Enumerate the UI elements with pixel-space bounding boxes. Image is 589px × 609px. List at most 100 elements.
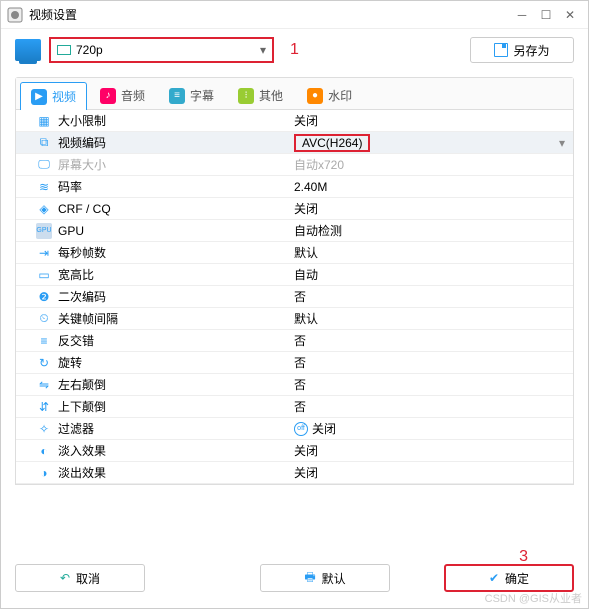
setting-row[interactable]: ⇥ 每秒帧数 默认 [16, 242, 573, 264]
off-badge-icon: off [294, 422, 308, 436]
bitrate-icon: ≋ [36, 179, 52, 195]
watermark: CSDN @GIS从业者 [485, 590, 582, 606]
tab-icon: ≡ [169, 88, 185, 104]
setting-label: 二次编码 [58, 288, 106, 305]
setting-label: 每秒帧数 [58, 244, 106, 261]
setting-value: 2.40M [294, 180, 327, 194]
setting-label: 宽高比 [58, 266, 94, 283]
ok-button[interactable]: ✔ 确定 [444, 564, 574, 592]
setting-row[interactable]: GPUGPU自动检测 [16, 220, 573, 242]
fliph-icon: ⇋ [36, 377, 52, 393]
setting-row[interactable]: ↻ 旋转 否 [16, 352, 573, 374]
setting-label: 视频编码 [58, 134, 106, 151]
fps-icon: ⇥ [36, 245, 52, 261]
resolution-icon [57, 45, 71, 55]
check-icon: ✔ [489, 571, 499, 585]
tab-w[interactable]: ●水印 [296, 81, 363, 109]
preset-select[interactable]: 720p ▾ [49, 37, 274, 63]
annotation-1: 1 [290, 41, 299, 59]
setting-value: 否 [294, 376, 306, 393]
setting-value: 否 [294, 288, 306, 305]
setting-row[interactable]: ⇋ 左右颠倒 否 [16, 374, 573, 396]
tab-label: 音频 [121, 87, 145, 104]
setting-label: 屏幕大小 [58, 156, 106, 173]
tab-icon: ▶ [31, 89, 47, 105]
setting-label: 左右颠倒 [58, 376, 106, 393]
maximize-button[interactable]: ☐ [534, 5, 558, 25]
minimize-button[interactable]: ─ [510, 5, 534, 25]
setting-value: 关闭 [294, 442, 318, 459]
setting-row[interactable]: ≡ 反交错 否 [16, 330, 573, 352]
tabs-container: ▶视频♪音频≡字幕⁝其他●水印 ▦大小限制关闭⧉视频编码AVC(H264)2▾🖵… [15, 77, 574, 485]
tab-label: 字幕 [190, 87, 214, 104]
setting-value: 否 [294, 332, 306, 349]
setting-label: 反交错 [58, 332, 94, 349]
twopass-icon: ❷ [36, 289, 52, 305]
setting-label: CRF / CQ [58, 202, 111, 216]
tab-a[interactable]: ♪ 音频 [89, 81, 156, 109]
default-button[interactable]: 🖶 默认 [260, 564, 390, 592]
setting-row[interactable]: ⇵上下颠倒否 [16, 396, 573, 418]
setting-label: 淡入效果 [58, 442, 106, 459]
cancel-label: 取消 [76, 570, 100, 587]
toolbar: 720p ▾ 1 另存为 [1, 29, 588, 71]
filter-icon: ✧ [36, 421, 52, 437]
setting-label: 旋转 [58, 354, 82, 371]
setting-label: 关键帧间隔 [58, 310, 118, 327]
tab-icon: ⁝ [238, 88, 254, 104]
undo-icon: ↶ [60, 571, 70, 585]
keyframe-icon: ⏲ [36, 311, 52, 327]
fadein-icon: ◐ [36, 443, 52, 459]
tab-s[interactable]: ≡ 字幕 [158, 81, 225, 109]
setting-value: 否 [294, 354, 306, 371]
codec-icon: ⧉ [36, 135, 52, 151]
aspect-icon: ▭ [36, 267, 52, 283]
setting-row[interactable]: ⏲关键帧间隔默认 [16, 308, 573, 330]
setting-label: GPU [58, 224, 84, 238]
setting-value: 默认 [294, 244, 318, 261]
chevron-down-icon: ▾ [559, 136, 565, 150]
chevron-down-icon: ▾ [260, 43, 266, 57]
setting-row[interactable]: ✧过滤器off关闭 [16, 418, 573, 440]
setting-row[interactable]: ≋ 码率 2.40M [16, 176, 573, 198]
setting-row[interactable]: ▦大小限制关闭 [16, 110, 573, 132]
titlebar: 视频设置 ─ ☐ ✕ [1, 1, 588, 29]
tab-icon: ● [307, 88, 323, 104]
save-icon [494, 43, 508, 57]
setting-value: 关闭 [294, 200, 318, 217]
ok-label: 确定 [505, 570, 529, 587]
setting-row[interactable]: ◑淡出效果关闭 [16, 462, 573, 484]
settings-grid: ▦大小限制关闭⧉视频编码AVC(H264)2▾🖵屏幕大小自动x720≋码率2.4… [16, 110, 573, 484]
setting-value: 关闭 [294, 464, 318, 481]
default-label: 默认 [322, 570, 346, 587]
tab-o[interactable]: ⁝其他 [227, 81, 294, 109]
cancel-button[interactable]: ↶ 取消 [15, 564, 145, 592]
tab-icon: ♪ [100, 88, 116, 104]
size-limit-icon: ▦ [36, 113, 52, 129]
setting-label: 上下颠倒 [58, 398, 106, 415]
setting-row[interactable]: ❷ 二次编码 否 [16, 286, 573, 308]
tab-v[interactable]: ▶ 视频 [20, 82, 87, 110]
setting-row[interactable]: ◐ 淡入效果 关闭 [16, 440, 573, 462]
setting-value: 自动x720 [294, 156, 344, 173]
close-button[interactable]: ✕ [558, 5, 582, 25]
preset-value: 720p [76, 43, 103, 57]
setting-value: AVC(H264) [294, 134, 370, 152]
deint-icon: ≡ [36, 333, 52, 349]
setting-row[interactable]: ◈ CRF / CQ 关闭 [16, 198, 573, 220]
crf-icon: ◈ [36, 201, 52, 217]
setting-row[interactable]: ▭宽高比自动 [16, 264, 573, 286]
saveas-button[interactable]: 另存为 [470, 37, 574, 63]
setting-value: 关闭 [294, 112, 318, 129]
rotate-icon: ↻ [36, 355, 52, 371]
flipv-icon: ⇵ [36, 399, 52, 415]
setting-row[interactable]: ⧉视频编码AVC(H264)2▾ [16, 132, 573, 154]
setting-row[interactable]: 🖵屏幕大小自动x720 [16, 154, 573, 176]
tabs: ▶ 视频 ♪ 音频 ≡ 字幕 ⁝其他●水印 [16, 78, 573, 110]
fadeout-icon: ◑ [36, 465, 52, 481]
setting-value: 自动检测 [294, 222, 342, 239]
setting-label: 码率 [58, 178, 82, 195]
window-title: 视频设置 [29, 6, 510, 23]
tab-label: 视频 [52, 88, 76, 105]
saveas-label: 另存为 [513, 42, 549, 59]
